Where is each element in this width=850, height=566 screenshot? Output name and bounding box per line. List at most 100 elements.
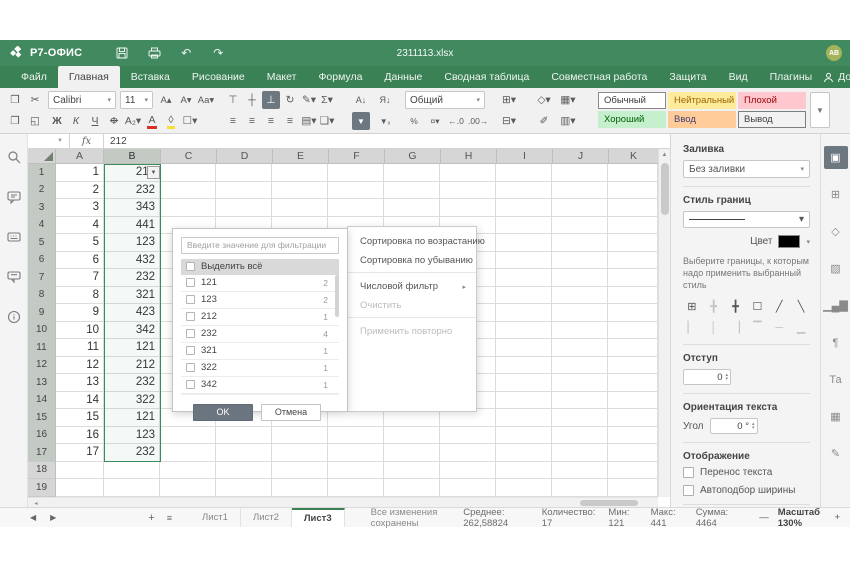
cell[interactable] (440, 427, 496, 445)
cell[interactable] (608, 252, 658, 270)
highlight-color-icon[interactable]: ◊ (162, 112, 180, 130)
cell-col-b[interactable]: 232 (104, 374, 160, 392)
cell[interactable] (440, 444, 496, 462)
clear-filter-icon[interactable]: ▼ₓ (376, 112, 394, 130)
feedback-icon[interactable] (5, 268, 23, 286)
cell[interactable] (384, 427, 440, 445)
cell[interactable] (552, 357, 608, 375)
cell[interactable] (272, 427, 328, 445)
underline-icon[interactable]: Ч (86, 112, 104, 130)
clear-icon[interactable]: ◇▾ (535, 91, 553, 109)
cell-col-a[interactable]: 5 (56, 234, 104, 252)
cell-settings-icon[interactable]: ▣ (824, 146, 848, 169)
text-direction-icon[interactable]: ✎▾ (300, 91, 318, 109)
border-left-icon[interactable]: ▏ (683, 319, 701, 336)
cell[interactable] (496, 164, 552, 182)
cell[interactable] (552, 199, 608, 217)
cell[interactable] (496, 444, 552, 462)
border-color-swatch[interactable] (778, 235, 800, 248)
font-color-icon[interactable]: A (143, 112, 161, 130)
cancel-button[interactable]: Отмена (261, 404, 321, 421)
row-header[interactable]: 13 (28, 374, 56, 392)
cell[interactable] (384, 199, 440, 217)
cell-col-b[interactable]: 322 (104, 392, 160, 410)
horizontal-scrollbar[interactable]: ◂ (28, 497, 658, 507)
cell[interactable] (552, 304, 608, 322)
cell-col-b[interactable]: 343 (104, 199, 160, 217)
cell[interactable] (440, 479, 496, 497)
filter-search-input[interactable] (181, 237, 339, 254)
insert-function-button[interactable]: fx (70, 134, 104, 148)
cell[interactable] (160, 199, 216, 217)
select-range-icon[interactable]: ◱ (26, 112, 44, 130)
cell[interactable] (496, 304, 552, 322)
cell[interactable] (552, 164, 608, 182)
value-checkbox[interactable] (186, 278, 195, 287)
cell[interactable] (272, 479, 328, 497)
cell-col-b[interactable]: 342 (104, 322, 160, 340)
border-inner-v-icon[interactable]: │ (705, 319, 723, 336)
cell-col-b[interactable]: 232 (104, 269, 160, 287)
row-header[interactable]: 6 (28, 252, 56, 270)
cell[interactable] (608, 287, 658, 305)
cell[interactable] (608, 182, 658, 200)
cell[interactable] (272, 444, 328, 462)
column-header[interactable]: D (217, 149, 273, 164)
zoom-out-button[interactable]: — (759, 512, 769, 523)
filter-value-row[interactable]: 123 2 (181, 292, 339, 309)
cell-style-chip[interactable]: Вывод (738, 111, 806, 128)
strikethrough-icon[interactable]: Ф (105, 112, 123, 130)
cell-col-a[interactable]: 6 (56, 252, 104, 270)
cell-col-b[interactable]: 441 (104, 217, 160, 235)
cell[interactable] (552, 444, 608, 462)
cell[interactable] (608, 374, 658, 392)
cell[interactable] (328, 479, 384, 497)
cond-format-icon[interactable]: ▦▾ (559, 91, 577, 109)
cell-col-a[interactable] (56, 479, 104, 497)
cell[interactable] (552, 269, 608, 287)
cell[interactable] (216, 427, 272, 445)
menu-tab[interactable]: Формула (307, 66, 373, 88)
cell[interactable] (608, 164, 658, 182)
merge-cells-icon[interactable]: ▤▾ (300, 112, 318, 130)
cell[interactable] (608, 462, 658, 480)
valign-top-icon[interactable]: ⊤ (224, 91, 242, 109)
value-checkbox[interactable] (186, 346, 195, 355)
filter-value-row[interactable]: 212 1 (181, 309, 339, 326)
cell-col-a[interactable]: 14 (56, 392, 104, 410)
text-orientation-icon[interactable]: ↻ (281, 91, 299, 109)
cell[interactable] (496, 287, 552, 305)
cell[interactable] (160, 164, 216, 182)
cell-styles-more-button[interactable]: ▼ (810, 92, 830, 128)
cell-col-a[interactable]: 16 (56, 427, 104, 445)
cell-col-b[interactable]: 121 (104, 339, 160, 357)
cell[interactable] (552, 182, 608, 200)
filter-value-row[interactable]: 232 4 (181, 326, 339, 343)
cell[interactable] (608, 444, 658, 462)
align-right-icon[interactable]: ≡ (262, 112, 280, 130)
cell[interactable] (608, 199, 658, 217)
cell[interactable] (328, 199, 384, 217)
filter-value-row[interactable]: 342 1 (181, 377, 339, 394)
about-icon[interactable] (5, 308, 23, 326)
menu-tab[interactable]: Макет (256, 66, 308, 88)
cell[interactable] (496, 182, 552, 200)
cell[interactable] (496, 199, 552, 217)
menu-tab[interactable]: Файл (10, 66, 58, 88)
cell[interactable] (552, 217, 608, 235)
cell[interactable] (216, 462, 272, 480)
value-checkbox[interactable] (186, 329, 195, 338)
sheet-next-icon[interactable]: ▶ (50, 513, 56, 522)
column-header[interactable]: J (553, 149, 609, 164)
user-avatar[interactable]: AB (826, 45, 842, 61)
spellcheck-icon[interactable] (5, 228, 23, 246)
angle-stepper[interactable]: 0 ° ▴▾ (710, 418, 758, 434)
cell[interactable] (552, 409, 608, 427)
horizontal-scroll-thumb[interactable] (580, 500, 638, 506)
comments-icon[interactable] (5, 188, 23, 206)
menu-tab[interactable]: Защита (658, 66, 717, 88)
cell[interactable] (552, 287, 608, 305)
formula-input[interactable]: 212 (104, 136, 127, 147)
cell[interactable] (216, 199, 272, 217)
percent-style-icon[interactable]: % (405, 112, 423, 130)
